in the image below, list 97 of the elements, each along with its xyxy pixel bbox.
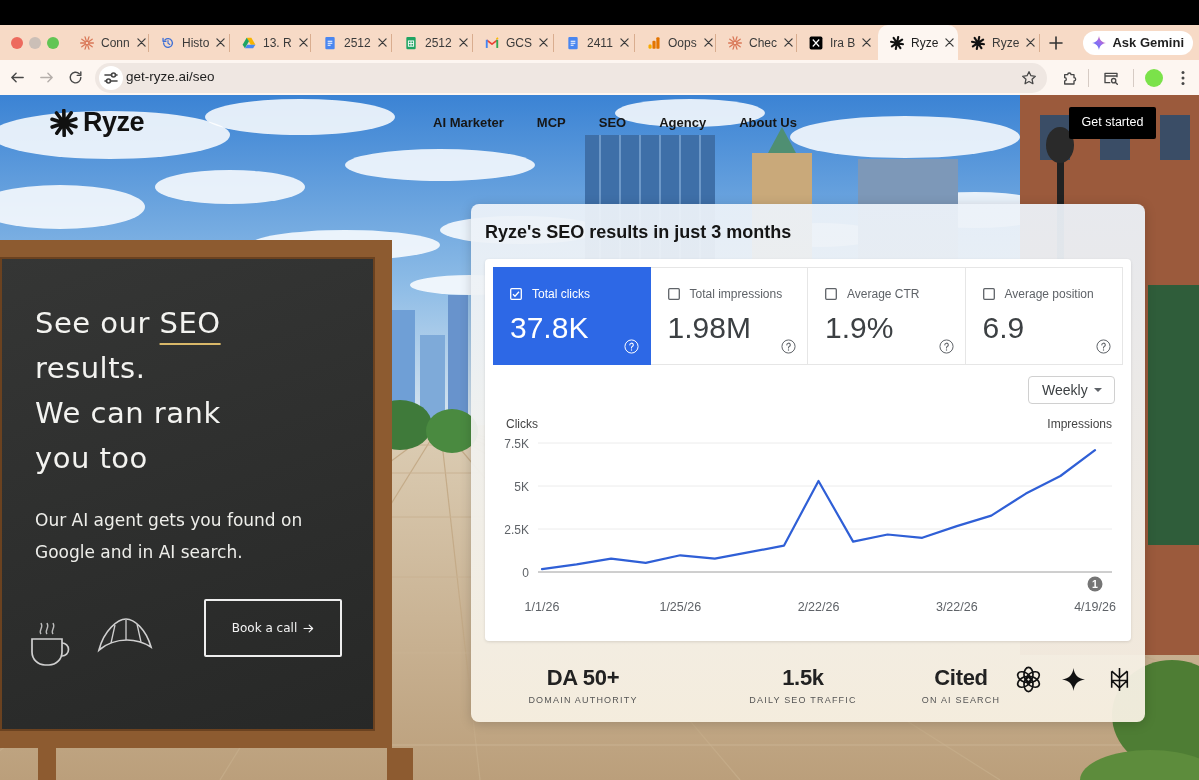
help-icon[interactable] — [938, 339, 954, 354]
browser-tab[interactable]: Ryze — [878, 25, 958, 60]
metric-value: 1.98M — [667, 310, 751, 346]
browser-tab[interactable]: Ryze — [959, 25, 1039, 60]
spreadsheet-icon — [404, 35, 418, 50]
sunburst-icon — [80, 35, 94, 50]
browser-tab[interactable]: 13. R — [230, 25, 310, 60]
card-title: Ryze's SEO results in just 3 months — [485, 221, 793, 244]
document-icon — [566, 35, 580, 50]
y-tick-label: 7.5K — [504, 436, 529, 451]
help-icon[interactable] — [1096, 339, 1111, 354]
period-dropdown[interactable]: Weekly — [1028, 376, 1115, 404]
mail-icon — [485, 35, 499, 50]
metric-tile[interactable]: Average position 6.9 — [965, 267, 1123, 365]
metric-value: 6.9 — [982, 310, 1025, 346]
close-icon[interactable] — [377, 38, 387, 47]
x-tick-label: 1/25/26 — [659, 600, 702, 614]
browser-tab[interactable]: Conn — [68, 25, 148, 60]
y-tick-label: 5K — [514, 479, 529, 494]
hero-subtitle: Our AI agent gets you found on Google and in AI search. — [35, 509, 304, 564]
sunburst-icon — [728, 35, 742, 50]
close-icon[interactable] — [136, 38, 146, 47]
asterisk-icon — [971, 35, 985, 50]
close-icon[interactable] — [862, 38, 872, 47]
stat-label: ON AI SEARCH — [921, 695, 1001, 706]
close-icon[interactable] — [784, 38, 793, 47]
metric-label: Total clicks — [532, 287, 590, 301]
nav-link[interactable]: About Us — [739, 112, 797, 133]
stat-value: DA 50+ — [546, 665, 620, 691]
checkbox[interactable] — [825, 288, 837, 300]
close-icon[interactable] — [216, 38, 226, 47]
metric-tile[interactable]: Total impressions 1.98M — [650, 267, 808, 365]
metric-value: 1.9% — [825, 310, 894, 346]
asterisk-icon — [50, 108, 78, 137]
browser-tab[interactable]: Ira B — [797, 25, 877, 60]
browser-tab[interactable]: Histo — [149, 25, 229, 60]
nav-link[interactable]: AI Marketer — [433, 112, 504, 133]
knot-icon — [1015, 666, 1042, 693]
metric-value: 37.8K — [510, 310, 589, 346]
browser-tab[interactable]: Oops — [635, 25, 715, 60]
x-tick-label: 2/22/26 — [797, 600, 840, 614]
new-tab-icon[interactable] — [1049, 35, 1063, 50]
checkbox[interactable] — [667, 288, 680, 300]
address-bar[interactable]: get-ryze.ai/seo — [95, 62, 1047, 93]
browser-tab[interactable]: Chec — [716, 25, 796, 60]
extensions-icon[interactable] — [1062, 69, 1078, 86]
y-tick-label: 2.5K — [504, 522, 529, 537]
x-tick-label: 1/1/26 — [524, 600, 560, 614]
x-mark-icon — [809, 35, 823, 50]
asterisk-icon — [890, 35, 904, 50]
x-tick-label: 4/19/26 — [1074, 600, 1116, 614]
help-icon[interactable] — [781, 339, 796, 354]
nav-link[interactable]: MCP — [536, 112, 566, 133]
metric-label: Total impressions — [689, 287, 783, 301]
site-settings-icon[interactable] — [99, 65, 123, 90]
close-icon[interactable] — [539, 38, 548, 47]
stat-value: Cited — [934, 665, 988, 691]
browser-tab[interactable]: 2411 — [554, 25, 634, 60]
bar-chart-icon — [647, 35, 661, 50]
triangle-icon — [242, 35, 256, 50]
sparkle-icon — [1062, 668, 1085, 691]
sparkle-icon — [1092, 35, 1107, 50]
ask-gemini-button[interactable]: Ask Gemini — [1083, 30, 1193, 55]
hero-heading: See our SEO results. We can rank you too — [35, 305, 222, 477]
browser-tab[interactable]: GCS — [473, 25, 553, 60]
axis-title: Clicks — [506, 417, 538, 431]
axis-title: Impressions — [1047, 417, 1112, 431]
close-icon[interactable] — [703, 38, 713, 47]
arrow-right-icon — [303, 622, 315, 634]
reload-icon[interactable] — [67, 69, 84, 86]
book-call-button[interactable]: Book a call — [204, 599, 342, 657]
document-icon — [323, 35, 337, 50]
browser-tab[interactable]: 2512 — [311, 25, 391, 60]
annotation-marker[interactable]: 1 — [1087, 576, 1103, 592]
close-icon[interactable] — [1026, 38, 1036, 47]
metric-tile[interactable]: Average CTR 1.9% — [808, 267, 966, 365]
logo-link[interactable]: Ryze — [50, 102, 145, 143]
browser-tab[interactable]: 2512 — [392, 25, 472, 60]
checkbox[interactable] — [982, 288, 995, 300]
metric-label: Average CTR — [847, 287, 920, 301]
close-icon[interactable] — [458, 38, 468, 47]
stat-value: 1.5k — [782, 665, 824, 691]
stat-label: DAILY SEO TRAFFIC — [749, 695, 857, 706]
bookmark-star-icon[interactable] — [1021, 69, 1037, 86]
stat-label: DOMAIN AUTHORITY — [528, 695, 638, 706]
croissant-icon — [97, 615, 153, 655]
history-icon — [161, 35, 175, 50]
get-started-button[interactable]: Get started — [1069, 106, 1156, 139]
metric-label: Average position — [1004, 287, 1094, 301]
close-icon[interactable] — [945, 38, 955, 47]
nav-link[interactable]: SEO — [598, 112, 627, 133]
x-tick-label: 3/22/26 — [935, 600, 978, 614]
caret-icon — [1094, 388, 1102, 392]
close-icon[interactable] — [298, 38, 308, 47]
close-icon[interactable] — [619, 38, 629, 47]
y-tick-label: 0 — [522, 565, 529, 580]
nav-link[interactable]: Agency — [659, 112, 707, 133]
